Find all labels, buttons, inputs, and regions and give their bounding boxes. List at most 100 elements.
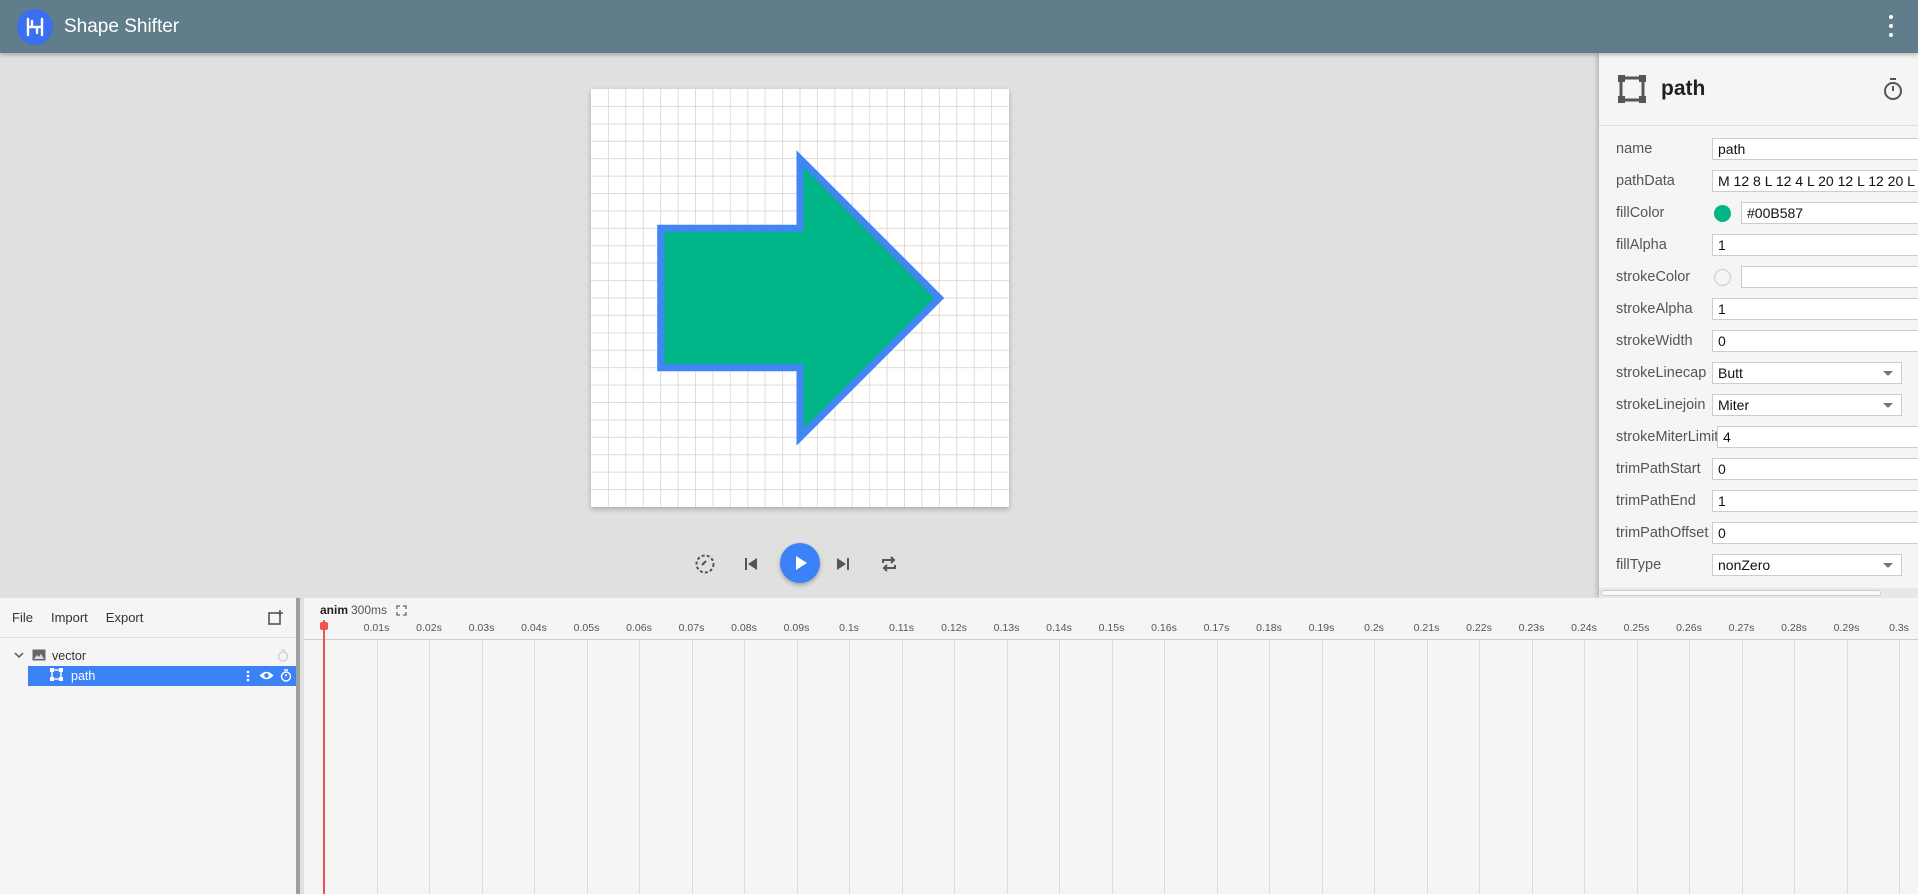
color-swatch[interactable] (1714, 204, 1731, 222)
animation-duration[interactable]: 300ms (351, 603, 387, 617)
strokemiterlimit-input[interactable]: 4 (1717, 426, 1918, 448)
strokelinecap-select[interactable]: Butt (1712, 362, 1902, 384)
timeline-gridline (1479, 640, 1480, 894)
timeline-gridline (429, 640, 430, 894)
import-menu-button[interactable]: Import (51, 610, 88, 625)
timeline-tick-label: 0.24s (1571, 622, 1597, 634)
shape-shifter-logo-icon[interactable] (17, 8, 53, 45)
prop-row-strokewidth: strokeWidth 0 (1599, 325, 1918, 357)
timeline-tick-label: 0.23s (1518, 622, 1545, 634)
rewind-icon[interactable] (694, 553, 716, 575)
prop-label: strokeMiterLimit (1616, 429, 1719, 445)
timeline-header: anim 300ms 0.01s 0.02s 0.03s 0.04s 0.05s 0.06… (304, 598, 1918, 640)
timeline-tick-label: 0.03s (468, 622, 495, 634)
strokecolor-input[interactable] (1741, 266, 1918, 288)
timeline-gridline (1374, 640, 1375, 894)
trimpathstart-input[interactable]: 0 (1712, 458, 1918, 480)
name-input[interactable]: path (1712, 138, 1918, 160)
layer-row-vector[interactable]: vector (0, 646, 296, 666)
pathdata-input[interactable]: M 12 8 L 12 4 L 20 12 L 12 20 L 1 (1712, 170, 1918, 192)
timer-icon[interactable] (277, 649, 289, 665)
timeline-tick-label: 0.07s (678, 622, 705, 634)
prop-label: name (1616, 141, 1653, 157)
timeline-gridline (1531, 640, 1533, 894)
fillcolor-input[interactable]: #00B587 (1741, 202, 1918, 224)
layer-label-vector: vector (52, 649, 87, 663)
layer-row-path[interactable]: path (28, 666, 296, 686)
dropdown-arrow-icon (1883, 371, 1893, 376)
visibility-icon[interactable] (259, 670, 274, 684)
timeline-tick-label: 0.25s (1623, 622, 1650, 634)
timeline-gridline (901, 640, 903, 894)
properties-scrollbar[interactable] (1599, 588, 1918, 598)
trimpathend-input[interactable]: 1 (1712, 490, 1918, 512)
timeline-tick-label: 0.06s (626, 622, 652, 634)
timeline-gridline (1689, 640, 1690, 894)
timeline-tick-label: 0.21s (1413, 622, 1440, 634)
more-vert-icon[interactable] (1888, 15, 1894, 37)
select-value: Butt (1718, 365, 1743, 381)
filltype-select[interactable]: nonZero (1712, 554, 1902, 576)
add-layer-icon[interactable] (268, 610, 284, 631)
timeline-tick-label: 0.05s (573, 622, 600, 634)
playback-controls (690, 543, 910, 583)
app-header: Shape Shifter (0, 0, 1918, 53)
timeline-gridline (1164, 640, 1165, 894)
color-swatch[interactable] (1714, 268, 1731, 286)
prop-row-strokemiterlimit: strokeMiterLimit 4 (1599, 421, 1918, 453)
prop-row-strokecolor: strokeColor (1599, 261, 1918, 293)
strokelinejoin-select[interactable]: Miter (1712, 394, 1902, 416)
prop-label: trimPathStart (1616, 461, 1701, 477)
timeline-tick-label: 0.11s (889, 622, 914, 634)
fillalpha-input[interactable]: 1 (1712, 234, 1918, 256)
trimpathoffset-input[interactable]: 0 (1712, 522, 1918, 544)
timeline-tick-label: 0.04s (521, 622, 547, 634)
timeline-gridline (1111, 640, 1113, 894)
timeline-tick-label: 0.22s (1466, 622, 1492, 634)
prop-row-trimpathstart: trimPathStart 0 (1599, 453, 1918, 485)
more-vert-icon[interactable] (246, 670, 250, 685)
timer-icon[interactable] (1882, 77, 1904, 106)
export-menu-button[interactable]: Export (106, 610, 144, 625)
animation-name[interactable]: anim (320, 603, 348, 617)
timeline-gridline (849, 640, 850, 894)
timeline-gridline (1584, 640, 1585, 894)
prop-row-fillcolor: fillColor #00B587 (1599, 197, 1918, 229)
timeline-gridline (1216, 640, 1218, 894)
timeline-tick-label: 0.3s (1889, 622, 1909, 634)
timeline-tick-label: 0.09s (783, 622, 810, 634)
arrow-shape (657, 150, 945, 446)
playhead[interactable] (323, 620, 325, 894)
vector-canvas[interactable] (591, 89, 1009, 507)
layer-label-path: path (71, 669, 96, 683)
prop-label: fillType (1616, 557, 1662, 573)
timeline-gridline (1426, 640, 1428, 894)
prop-row-strokealpha: strokeAlpha 1 (1599, 293, 1918, 325)
skip-previous-icon[interactable] (742, 555, 760, 573)
timeline-tick-label: 0.1s (839, 622, 859, 634)
timeline-gridline (1269, 640, 1270, 894)
fullscreen-icon[interactable] (396, 603, 407, 621)
timeline-gridline (586, 640, 588, 894)
skip-next-icon[interactable] (834, 555, 852, 573)
prop-row-trimpathend: trimPathEnd 1 (1599, 485, 1918, 517)
timeline-panel[interactable]: anim 300ms 0.01s 0.02s 0.03s 0.04s 0.05s 0.06… (304, 598, 1918, 894)
chevron-down-icon[interactable] (14, 649, 24, 663)
repeat-icon[interactable] (879, 554, 899, 574)
timeline-gridline (1006, 640, 1008, 894)
timeline-tick-label: 0.17s (1203, 622, 1230, 634)
strokealpha-input[interactable]: 1 (1712, 298, 1918, 320)
strokewidth-input[interactable]: 0 (1712, 330, 1918, 352)
prop-row-filltype: fillType nonZero (1599, 549, 1918, 581)
timeline-gridline (1846, 640, 1848, 894)
timeline-gridline (376, 640, 378, 894)
timeline-gridline (1321, 640, 1323, 894)
timeline-tick-label: 0.12s (941, 622, 967, 634)
select-value: nonZero (1718, 557, 1771, 573)
image-icon (32, 649, 46, 664)
file-menu-button[interactable]: File (12, 610, 33, 625)
play-icon (796, 556, 807, 570)
play-button[interactable] (780, 543, 820, 583)
timeline-tick-label: 0.28s (1781, 622, 1807, 634)
timer-icon[interactable] (280, 669, 292, 685)
